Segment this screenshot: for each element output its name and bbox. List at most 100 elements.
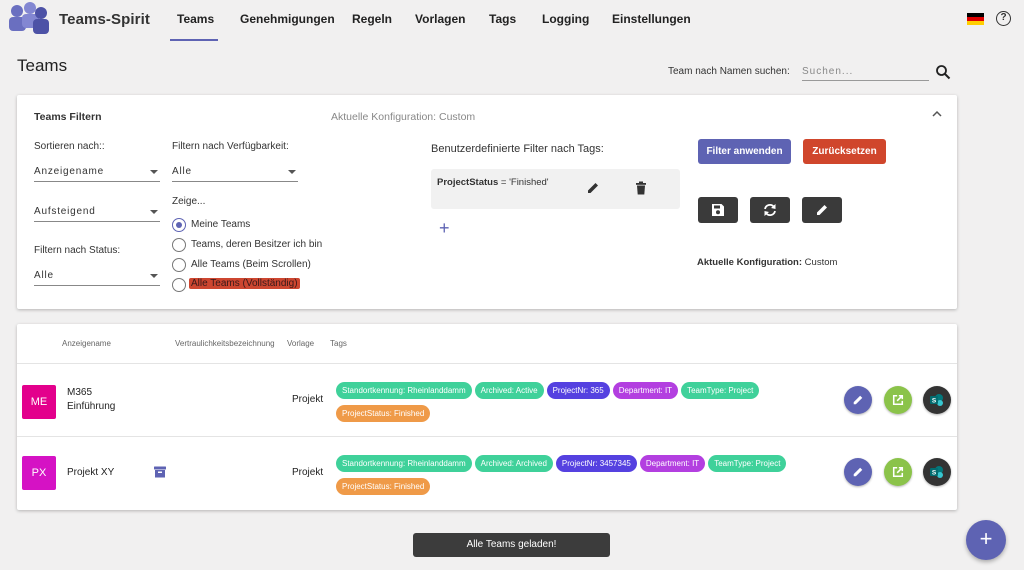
tag-filter-text: ProjectStatus = 'Finished' xyxy=(437,177,549,188)
sort-field-select[interactable]: Anzeigename xyxy=(34,162,160,182)
open-in-new-icon xyxy=(892,394,904,406)
tag-filter-entry: ProjectStatus = 'Finished' xyxy=(431,169,680,209)
dropdown-arrow-icon xyxy=(150,170,158,174)
column-header-name[interactable]: Anzeigename xyxy=(62,339,111,348)
tag-chip: ProjectNr: 3457345 xyxy=(555,455,637,472)
nav-tab-regeln[interactable]: Regeln xyxy=(352,12,392,26)
save-config-button[interactable] xyxy=(698,197,738,223)
delete-icon[interactable] xyxy=(635,181,647,195)
dropdown-arrow-icon xyxy=(150,210,158,214)
sharepoint-button[interactable]: S xyxy=(923,458,951,486)
nav-tab-genehmigungen[interactable]: Genehmigungen xyxy=(240,12,335,26)
table-row[interactable]: ME M365 Einführung Projekt Standortkennu… xyxy=(17,364,957,436)
teams-spirit-logo[interactable] xyxy=(6,2,50,38)
dropdown-arrow-icon xyxy=(288,170,296,174)
archive-icon xyxy=(154,466,166,478)
nav-tab-logging[interactable]: Logging xyxy=(542,12,589,26)
column-header-tags[interactable]: Tags xyxy=(330,339,347,348)
team-template: Projekt xyxy=(292,467,324,478)
config-header: Aktuelle Konfiguration: Custom xyxy=(331,111,476,123)
edit-icon xyxy=(853,467,863,477)
team-template: Projekt xyxy=(292,394,324,405)
edit-icon xyxy=(817,205,827,215)
radio-button[interactable] xyxy=(172,238,186,252)
nav-tab-vorlagen[interactable]: Vorlagen xyxy=(415,12,465,26)
team-name-line: Einführung xyxy=(67,401,116,412)
sort-order-value: Aufsteigend xyxy=(34,206,96,217)
search-label: Team nach Namen suchen: xyxy=(668,66,790,77)
column-header-sensitivity[interactable]: Vertraulichkeitsbezeichnung xyxy=(175,339,275,348)
sharepoint-icon: S xyxy=(930,394,943,406)
add-team-fab[interactable]: + xyxy=(966,520,1006,560)
sort-order-select[interactable]: Aufsteigend xyxy=(34,202,160,222)
sort-field-value: Anzeigename xyxy=(34,166,104,177)
availability-label: Filtern nach Verfügbarkeit: xyxy=(172,141,289,152)
edit-team-button[interactable] xyxy=(844,386,872,414)
status-label: Filtern nach Status: xyxy=(34,245,121,256)
nav-tab-tags[interactable]: Tags xyxy=(489,12,516,26)
reset-filter-button[interactable]: Zurücksetzen xyxy=(803,139,886,164)
save-icon xyxy=(712,204,724,216)
radio-label: Teams, deren Besitzer ich bin xyxy=(191,239,323,250)
tag-chip: ProjectStatus: Finished xyxy=(336,478,431,495)
team-tags: Standortkennung: Rheinlanddamm Archived: … xyxy=(336,453,836,499)
show-label: Zeige... xyxy=(172,196,206,207)
top-navigation: Teams-Spirit Teams Genehmigungen Regeln … xyxy=(0,0,1024,42)
teams-table: Anzeigename Vertraulichkeitsbezeichnung … xyxy=(17,324,957,510)
tag-chip: Standortkennung: Rheinlanddamm xyxy=(336,382,472,399)
status-select[interactable]: Alle xyxy=(34,266,160,286)
edit-icon[interactable] xyxy=(586,181,600,195)
open-team-button[interactable] xyxy=(884,458,912,486)
sync-config-button[interactable] xyxy=(750,197,790,223)
tag-chip: Archived: Archived xyxy=(474,455,553,472)
radio-button[interactable] xyxy=(172,218,186,232)
edit-team-button[interactable] xyxy=(844,458,872,486)
sharepoint-button[interactable]: S xyxy=(923,386,951,414)
radio-button[interactable] xyxy=(172,278,186,292)
availability-value: Alle xyxy=(172,166,192,177)
team-name-line: M365 xyxy=(67,387,93,398)
column-header-template[interactable]: Vorlage xyxy=(287,339,314,348)
dropdown-arrow-icon xyxy=(150,274,158,278)
sharepoint-icon: S xyxy=(930,466,943,478)
tag-chip: Archived: Active xyxy=(474,382,544,399)
chevron-up-icon[interactable] xyxy=(931,109,943,119)
team-name[interactable]: M365 Einführung xyxy=(67,386,115,414)
edit-config-button[interactable] xyxy=(802,197,842,223)
svg-text:S: S xyxy=(932,470,937,477)
add-tag-filter-button[interactable]: + xyxy=(439,219,450,237)
filter-panel-title: Teams Filtern xyxy=(34,111,102,123)
current-config-value: Custom xyxy=(802,257,838,268)
page-title: Teams xyxy=(17,56,68,75)
edit-icon xyxy=(853,395,863,405)
availability-select[interactable]: Alle xyxy=(172,162,298,182)
open-team-button[interactable] xyxy=(884,386,912,414)
tag-chip: ProjectNr: 365 xyxy=(546,382,610,399)
tag-chip: Department: IT xyxy=(612,382,679,399)
nav-tab-teams[interactable]: Teams xyxy=(177,12,214,26)
apply-filter-button[interactable]: Filter anwenden xyxy=(698,139,791,164)
help-icon[interactable]: ? xyxy=(996,11,1011,26)
team-tags: Standortkennung: Rheinlanddamm Archived: … xyxy=(336,380,836,426)
tag-filter-title: Benutzerdefinierte Filter nach Tags: xyxy=(431,143,604,155)
status-value: Alle xyxy=(34,270,54,281)
radio-label: Alle Teams (Beim Scrollen) xyxy=(191,259,311,270)
radio-button[interactable] xyxy=(172,258,186,272)
sync-icon xyxy=(764,204,776,216)
open-in-new-icon xyxy=(892,466,904,478)
team-name[interactable]: Projekt XY xyxy=(67,466,114,480)
radio-label: Meine Teams xyxy=(191,219,251,230)
current-config-label: Aktuelle Konfiguration: xyxy=(697,257,803,268)
app-title: Teams-Spirit xyxy=(59,11,150,28)
filter-panel: Teams Filtern Aktuelle Konfiguration: Cu… xyxy=(17,95,957,309)
search-icon[interactable] xyxy=(935,64,951,80)
search-input[interactable] xyxy=(802,63,929,81)
team-avatar: PX xyxy=(22,456,56,490)
table-row[interactable]: PX Projekt XY Projekt Standortkennung: R… xyxy=(17,437,957,509)
snackbar-toast: Alle Teams geladen! xyxy=(413,533,610,557)
tag-chip: TeamType: Project xyxy=(681,382,760,399)
german-flag-icon[interactable] xyxy=(967,13,984,25)
nav-tab-einstellungen[interactable]: Einstellungen xyxy=(612,12,691,26)
tag-chip: Department: IT xyxy=(639,455,706,472)
radio-label: Alle Teams (Vollständig) xyxy=(189,278,300,289)
